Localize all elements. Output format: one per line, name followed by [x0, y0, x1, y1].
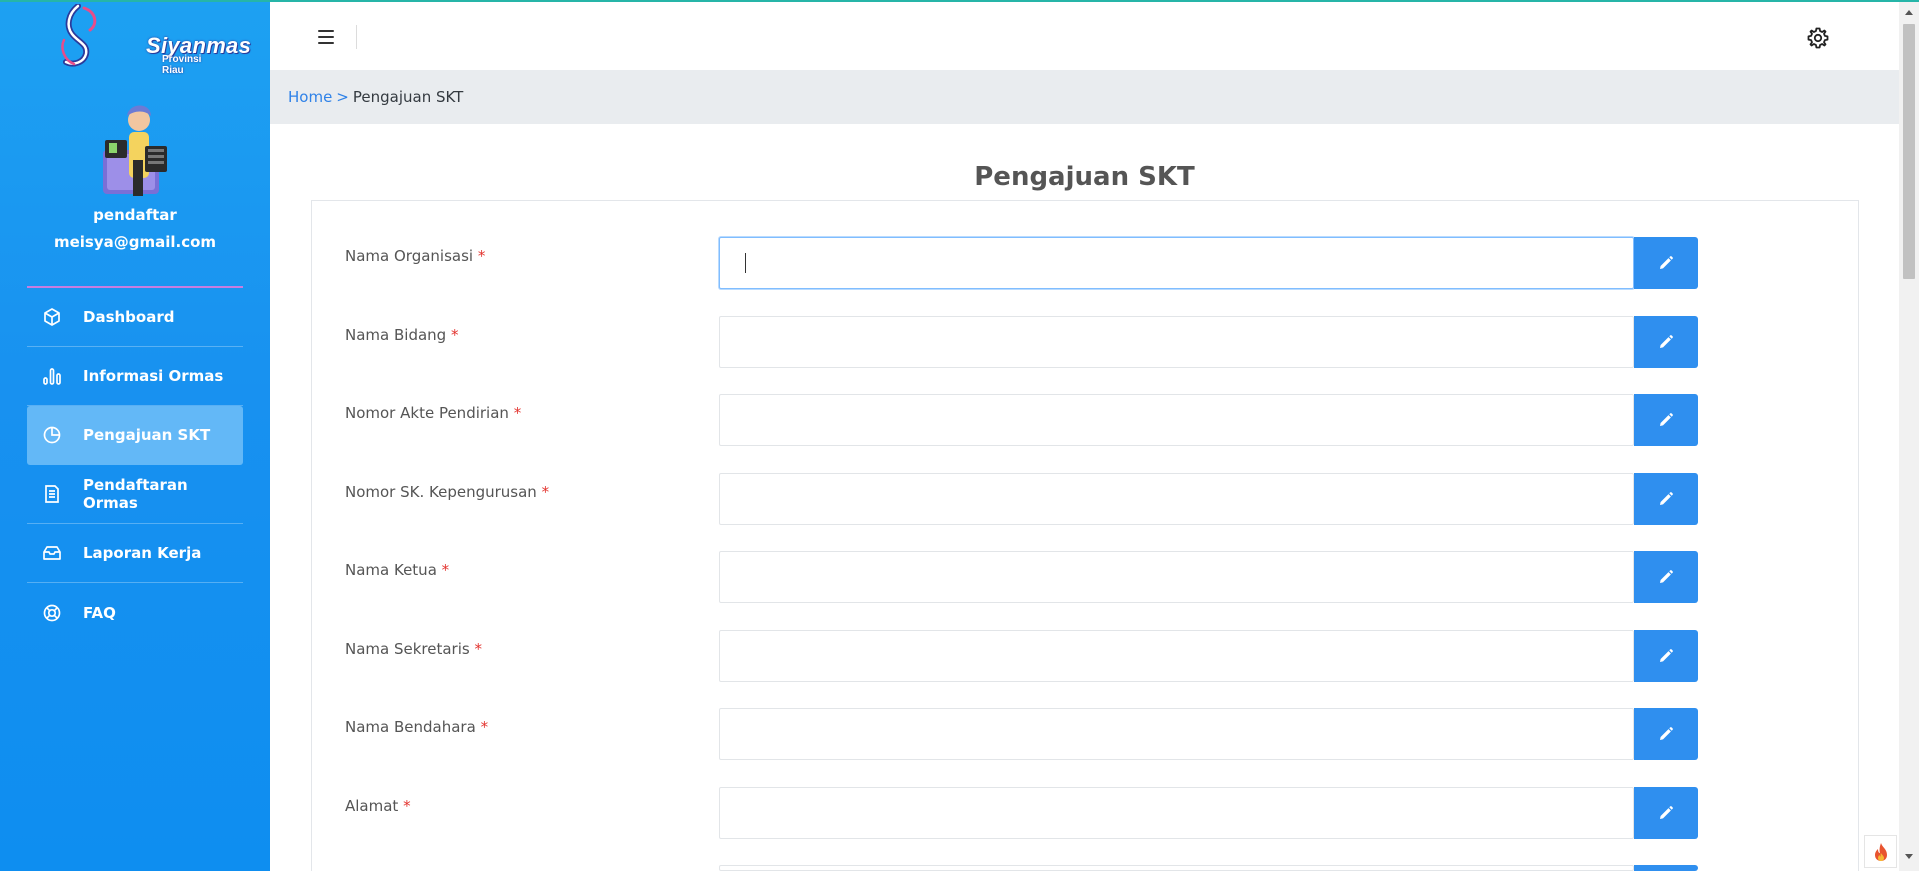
form-row-nomor-akte: Nomor Akte Pendirian * — [345, 394, 1700, 446]
edit-button[interactable] — [1634, 473, 1698, 525]
avatar — [95, 102, 175, 197]
field-label: Nama Bidang * — [345, 326, 459, 344]
form-row-nama-sekretaris: Nama Sekretaris * — [345, 630, 1700, 682]
logo-subtitle: Provinsi Riau — [162, 54, 202, 76]
required-marker: * — [403, 797, 411, 815]
nama-ketua-input[interactable] — [719, 551, 1634, 603]
sidebar-item-label: Dashboard — [83, 308, 175, 326]
nomor-sk-kepengurusan-input[interactable] — [719, 473, 1634, 525]
top-accent-line — [0, 0, 1919, 2]
sidebar-item-label: Pengajuan SKT — [83, 426, 211, 444]
sidebar: Siyanmas Provinsi Riau pendaftar meisya@… — [0, 0, 270, 871]
pencil-icon — [1660, 492, 1673, 505]
form-row-nama-organisasi: Nama Organisasi * — [345, 237, 1700, 289]
field-label: Nama Organisasi * — [345, 247, 486, 265]
required-marker: * — [541, 483, 550, 501]
edit-button[interactable] — [1634, 865, 1698, 871]
field-label: Nomor SK. Kepengurusan * — [345, 483, 550, 501]
user-name: pendaftar — [93, 206, 177, 224]
form-row-alamat: Alamat * — [345, 787, 1700, 839]
pie-chart-icon — [42, 425, 62, 445]
pencil-icon — [1660, 256, 1673, 269]
sidebar-item-pengajuan-skt[interactable]: Pengajuan SKT — [27, 406, 243, 465]
edit-button[interactable] — [1634, 316, 1698, 368]
pencil-icon — [1660, 570, 1673, 583]
sidebar-item-label: FAQ — [83, 603, 116, 622]
nama-bidang-input[interactable] — [719, 316, 1634, 368]
breadcrumb-separator: > — [336, 88, 349, 106]
flame-icon[interactable] — [1864, 835, 1897, 868]
nomor-akte-pendirian-input[interactable] — [719, 394, 1634, 446]
sidebar-item-laporan-kerja[interactable]: Laporan Kerja — [27, 524, 243, 583]
hamburger-menu-icon[interactable] — [318, 30, 334, 44]
edit-button[interactable] — [1634, 237, 1698, 289]
field-label: Nomor Akte Pendirian * — [345, 404, 522, 422]
bar-chart-icon — [42, 366, 62, 386]
scroll-down-arrow-icon[interactable] — [1905, 854, 1913, 859]
edit-button[interactable] — [1634, 787, 1698, 839]
field-label: Nama Bendahara * — [345, 718, 489, 736]
sidebar-item-faq[interactable]: FAQ — [27, 583, 243, 642]
breadcrumb: Home > Pengajuan SKT — [270, 70, 1899, 124]
pencil-icon — [1660, 649, 1673, 662]
required-marker: * — [450, 326, 459, 344]
form-card — [311, 200, 1859, 871]
pencil-icon — [1660, 335, 1673, 348]
sidebar-item-label: Laporan Kerja — [83, 544, 202, 562]
sidebar-nav: Dashboard Informasi Ormas Pengajuan SKT … — [27, 288, 243, 642]
inbox-icon — [42, 543, 62, 563]
lifebuoy-icon — [42, 603, 62, 623]
nama-bendahara-input[interactable] — [719, 708, 1634, 760]
sidebar-item-pendaftaran-ormas[interactable]: Pendaftaran Ormas — [27, 465, 243, 524]
required-marker: * — [480, 718, 489, 736]
required-marker: * — [441, 561, 450, 579]
page-title: Pengajuan SKT — [974, 162, 1195, 192]
required-marker: * — [477, 247, 486, 265]
scrollbar-thumb[interactable] — [1903, 24, 1915, 279]
sidebar-item-informasi-ormas[interactable]: Informasi Ormas — [27, 347, 243, 406]
form-row-nama-bidang: Nama Bidang * — [345, 316, 1700, 368]
sidebar-item-label: Pendaftaran Ormas — [83, 476, 188, 512]
scroll-up-arrow-icon[interactable] — [1905, 10, 1913, 15]
cube-icon — [42, 307, 62, 327]
breadcrumb-current: Pengajuan SKT — [352, 88, 464, 106]
sidebar-item-dashboard[interactable]: Dashboard — [27, 288, 243, 347]
field-label: Alamat * — [345, 797, 411, 815]
pencil-icon — [1660, 413, 1673, 426]
edit-button[interactable] — [1634, 630, 1698, 682]
form-row-nama-bendahara: Nama Bendahara * — [345, 708, 1700, 760]
form-row-nama-ketua: Nama Ketua * — [345, 551, 1700, 603]
edit-button[interactable] — [1634, 551, 1698, 603]
document-icon — [42, 484, 62, 504]
nama-organisasi-input[interactable] — [719, 237, 1634, 289]
user-email: meisya@gmail.com — [53, 233, 217, 251]
required-marker: * — [513, 404, 522, 422]
vertical-scrollbar[interactable] — [1899, 2, 1919, 871]
alamat-input[interactable] — [719, 787, 1634, 839]
gear-icon[interactable] — [1806, 26, 1830, 50]
app-logo[interactable]: Siyanmas Provinsi Riau — [58, 3, 251, 76]
header-separator — [356, 25, 357, 49]
edit-button[interactable] — [1634, 394, 1698, 446]
field-label: Nama Ketua * — [345, 561, 450, 579]
field-label: Nama Sekretaris * — [345, 640, 482, 658]
pencil-icon — [1660, 727, 1673, 740]
form-row-nomor-sk: Nomor SK. Kepengurusan * — [345, 473, 1700, 525]
partial-input[interactable] — [719, 865, 1634, 871]
pencil-icon — [1660, 806, 1673, 819]
breadcrumb-home-link[interactable]: Home — [288, 88, 332, 106]
text-caret — [745, 253, 746, 273]
form-row-partial — [345, 865, 1700, 871]
required-marker: * — [474, 640, 483, 658]
edit-button[interactable] — [1634, 708, 1698, 760]
top-header — [270, 2, 1899, 70]
nama-sekretaris-input[interactable] — [719, 630, 1634, 682]
sidebar-item-label: Informasi Ormas — [83, 367, 224, 385]
